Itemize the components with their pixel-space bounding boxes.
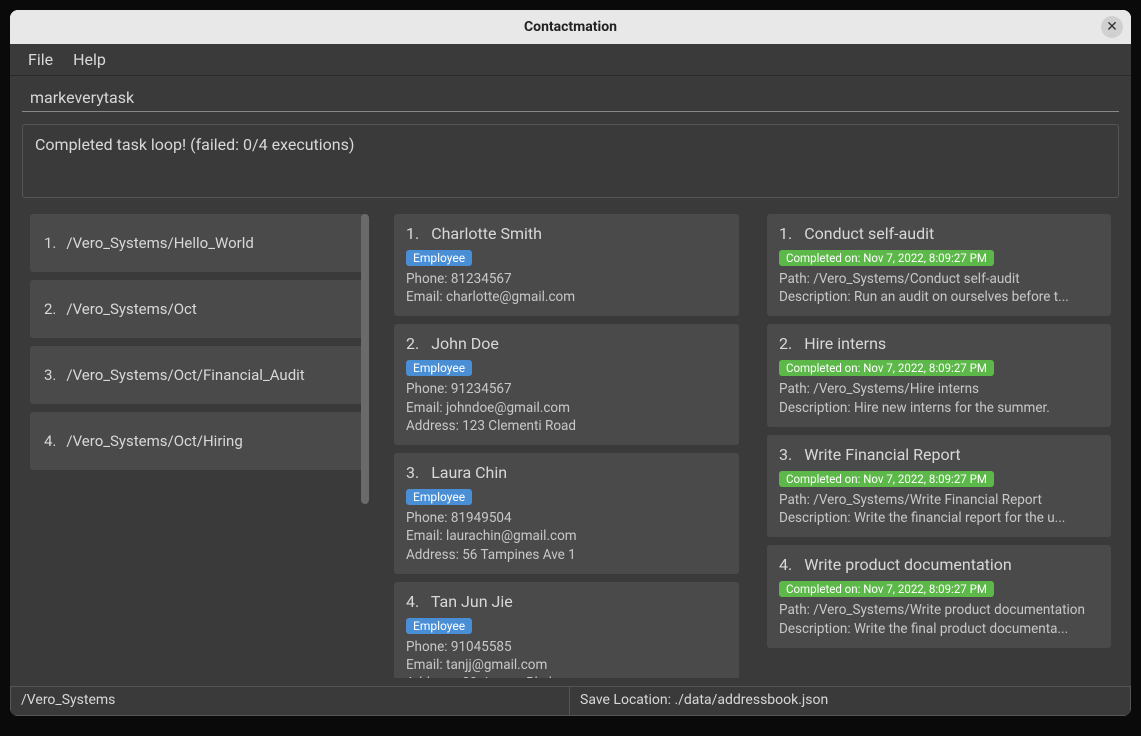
main-columns: 1. /Vero_Systems/Hello_World 2. /Vero_Sy… (10, 206, 1131, 686)
status-bar: /Vero_Systems Save Location: ./data/addr… (10, 686, 1131, 716)
group-item[interactable]: 2. /Vero_Systems/Oct (30, 280, 366, 338)
contact-header: 1. Charlotte Smith (406, 224, 727, 243)
contact-email: Email: charlotte@gmail.com (406, 288, 727, 306)
task-path: Path: /Vero_Systems/Write Financial Repo… (779, 491, 1099, 509)
group-idx: 1. (44, 234, 56, 252)
group-label: /Vero_Systems/Oct (66, 300, 196, 318)
tasks-panel[interactable]: 1. Conduct self-audit Completed on: Nov … (759, 206, 1119, 678)
groups-panel[interactable]: 1. /Vero_Systems/Hello_World 2. /Vero_Sy… (22, 206, 374, 678)
command-input[interactable] (22, 84, 1119, 112)
output-box: Completed task loop! (failed: 0/4 execut… (22, 124, 1119, 198)
contact-idx: 2. (406, 334, 419, 353)
status-save-location: Save Location: ./data/addressbook.json (570, 687, 1131, 716)
group-label: /Vero_Systems/Hello_World (66, 234, 253, 252)
contact-item[interactable]: 1. Charlotte Smith Employee Phone: 81234… (394, 214, 739, 316)
task-header: 1. Conduct self-audit (779, 224, 1099, 243)
employee-tag: Employee (406, 250, 472, 266)
completed-tag: Completed on: Nov 7, 2022, 8:09:27 PM (779, 250, 994, 266)
task-path: Path: /Vero_Systems/Hire interns (779, 380, 1099, 398)
task-path: Path: /Vero_Systems/Write product docume… (779, 601, 1099, 619)
group-item[interactable]: 3. /Vero_Systems/Oct/Financial_Audit (30, 346, 366, 404)
group-item[interactable]: 1. /Vero_Systems/Hello_World (30, 214, 366, 272)
group-label: /Vero_Systems/Oct/Hiring (66, 432, 242, 450)
task-item[interactable]: 1. Conduct self-audit Completed on: Nov … (767, 214, 1111, 316)
close-icon: ✕ (1106, 19, 1118, 35)
app-body: File Help Completed task loop! (failed: … (10, 44, 1131, 716)
title-bar: Contactmation ✕ (10, 10, 1131, 44)
task-path: Path: /Vero_Systems/Conduct self-audit (779, 270, 1099, 288)
status-path: /Vero_Systems (10, 687, 570, 716)
contact-email: Email: johndoe@gmail.com (406, 399, 727, 417)
task-item[interactable]: 3. Write Financial Report Completed on: … (767, 435, 1111, 537)
contact-idx: 4. (406, 592, 419, 611)
menu-help[interactable]: Help (73, 50, 106, 69)
contact-email: Email: tanjj@gmail.com (406, 656, 727, 674)
contact-address: Address: 22 Jurong Blvd (406, 674, 727, 678)
close-button[interactable]: ✕ (1101, 16, 1123, 38)
contact-address: Address: 123 Clementi Road (406, 417, 727, 435)
employee-tag: Employee (406, 618, 472, 634)
task-name: Hire interns (804, 334, 886, 353)
task-desc: Description: Write the financial report … (779, 509, 1099, 527)
contact-phone: Phone: 91234567 (406, 380, 727, 398)
contact-phone: Phone: 91045585 (406, 638, 727, 656)
contact-item[interactable]: 2. John Doe Employee Phone: 91234567 Ema… (394, 324, 739, 445)
contact-header: 2. John Doe (406, 334, 727, 353)
scrollbar[interactable] (361, 214, 369, 504)
contact-name: Laura Chin (431, 463, 507, 482)
task-header: 2. Hire interns (779, 334, 1099, 353)
contact-idx: 1. (406, 224, 419, 243)
employee-tag: Employee (406, 489, 472, 505)
contact-item[interactable]: 4. Tan Jun Jie Employee Phone: 91045585 … (394, 582, 739, 678)
menu-bar: File Help (10, 44, 1131, 76)
contacts-panel[interactable]: 1. Charlotte Smith Employee Phone: 81234… (386, 206, 747, 678)
contact-address: Address: 56 Tampines Ave 1 (406, 546, 727, 564)
task-name: Conduct self-audit (804, 224, 934, 243)
task-desc: Description: Hire new interns for the su… (779, 399, 1099, 417)
group-idx: 3. (44, 366, 56, 384)
contact-email: Email: laurachin@gmail.com (406, 527, 727, 545)
contact-item[interactable]: 3. Laura Chin Employee Phone: 81949504 E… (394, 453, 739, 574)
task-desc: Description: Run an audit on ourselves b… (779, 288, 1099, 306)
contact-name: Charlotte Smith (431, 224, 542, 243)
task-name: Write Financial Report (804, 445, 960, 464)
task-item[interactable]: 2. Hire interns Completed on: Nov 7, 202… (767, 324, 1111, 426)
window-title: Contactmation (524, 19, 617, 35)
task-header: 3. Write Financial Report (779, 445, 1099, 464)
contact-name: Tan Jun Jie (431, 592, 513, 611)
command-input-wrap (10, 76, 1131, 118)
group-item[interactable]: 4. /Vero_Systems/Oct/Hiring (30, 412, 366, 470)
contact-header: 4. Tan Jun Jie (406, 592, 727, 611)
task-idx: 3. (779, 445, 792, 464)
contact-name: John Doe (431, 334, 499, 353)
task-idx: 2. (779, 334, 792, 353)
task-idx: 1. (779, 224, 792, 243)
contact-idx: 3. (406, 463, 419, 482)
app-window: Contactmation ✕ File Help Completed task… (10, 10, 1131, 716)
menu-file[interactable]: File (28, 50, 53, 69)
task-name: Write product documentation (804, 555, 1012, 574)
completed-tag: Completed on: Nov 7, 2022, 8:09:27 PM (779, 360, 994, 376)
completed-tag: Completed on: Nov 7, 2022, 8:09:27 PM (779, 471, 994, 487)
task-idx: 4. (779, 555, 792, 574)
task-item[interactable]: 4. Write product documentation Completed… (767, 545, 1111, 647)
task-desc: Description: Write the final product doc… (779, 620, 1099, 638)
contact-header: 3. Laura Chin (406, 463, 727, 482)
contact-phone: Phone: 81234567 (406, 270, 727, 288)
group-idx: 4. (44, 432, 56, 450)
employee-tag: Employee (406, 360, 472, 376)
output-message: Completed task loop! (failed: 0/4 execut… (35, 135, 354, 154)
group-label: /Vero_Systems/Oct/Financial_Audit (66, 366, 304, 384)
task-header: 4. Write product documentation (779, 555, 1099, 574)
group-idx: 2. (44, 300, 56, 318)
contact-phone: Phone: 81949504 (406, 509, 727, 527)
completed-tag: Completed on: Nov 7, 2022, 8:09:27 PM (779, 581, 994, 597)
